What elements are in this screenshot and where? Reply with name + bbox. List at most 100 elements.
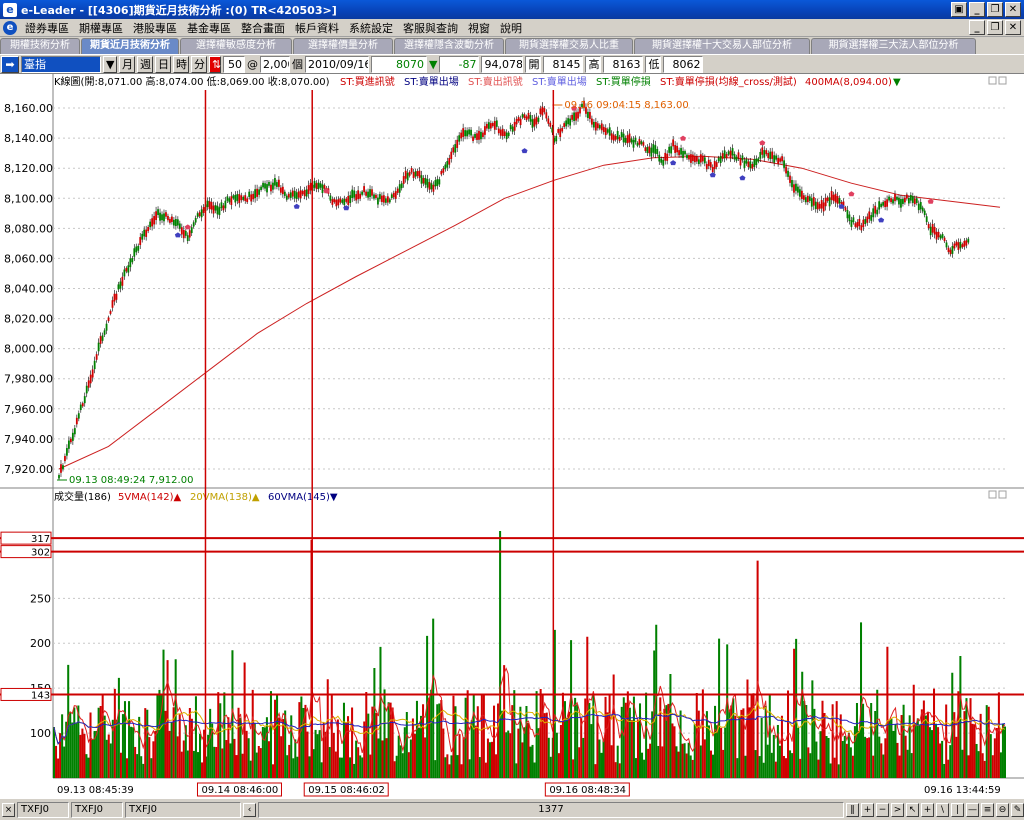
candle-body [355, 194, 358, 201]
tab-futures-technical[interactable]: 期貨近月技術分析 [81, 38, 179, 54]
tool-pause-icon[interactable]: ‖ [846, 802, 859, 817]
status-tab-2[interactable]: TXFJ0 [71, 801, 123, 818]
candle-body [721, 153, 724, 159]
menu-item-account[interactable]: 帳戶資料 [290, 20, 344, 36]
candle-body [907, 197, 910, 204]
period-day-button[interactable]: 日 [155, 55, 171, 73]
candle-body [256, 188, 259, 197]
symbol-select[interactable]: 臺指 [21, 55, 101, 73]
candle-body [598, 125, 601, 129]
candle-body [228, 198, 231, 203]
go-arrow-icon[interactable]: ➡ [1, 55, 19, 73]
period-spin-icon[interactable]: ⇅ [209, 55, 221, 73]
tab-trader-ratio[interactable]: 期貨選擇權交易人比重 [505, 38, 633, 54]
candle-body [900, 199, 902, 208]
pointer-tool-icon[interactable]: ↖ [906, 802, 919, 817]
candle-body [480, 131, 482, 140]
candle-body [692, 154, 694, 162]
exit-marker [293, 203, 300, 209]
candle-body [507, 132, 510, 137]
menu-item-securities[interactable]: 證券專區 [20, 20, 74, 36]
candle-body [961, 244, 964, 248]
price-tick-label: 8,160.00 [4, 102, 53, 115]
menu-item-integrated[interactable]: 整合畫面 [236, 20, 290, 36]
candle-body [105, 323, 108, 331]
menu-item-hk-stocks[interactable]: 港股專區 [128, 20, 182, 36]
child-close-button[interactable]: ✕ [1005, 20, 1021, 35]
candle-body [515, 118, 518, 125]
zoom-out-icon[interactable]: − [876, 802, 889, 817]
tab-implied-volatility[interactable]: 選擇權隱含波動分析 [394, 38, 504, 54]
candle-body [478, 130, 480, 140]
status-tab-3[interactable]: TXFJ0 [125, 801, 241, 818]
channel-tool-icon[interactable]: ≡ [981, 802, 994, 817]
candle-body [484, 126, 486, 135]
menu-item-help[interactable]: 說明 [495, 20, 527, 36]
child-minimize-button[interactable]: _ [969, 20, 985, 35]
close-button[interactable]: ✕ [1005, 2, 1021, 17]
menu-item-window[interactable]: 視窗 [463, 20, 495, 36]
candle-body [571, 114, 573, 120]
candle-body [489, 123, 492, 129]
restore-extra-icon[interactable]: ▣ [951, 2, 967, 17]
period-month-button[interactable]: 月 [119, 55, 135, 73]
maximize-button[interactable]: ❐ [987, 2, 1003, 17]
candle-body [186, 235, 189, 241]
candle-body [230, 196, 233, 205]
candle-body [353, 190, 356, 198]
tab-sensitivity[interactable]: 選擇權敏感度分析 [180, 38, 292, 54]
count-input[interactable]: 50 [223, 55, 245, 73]
technical-chart[interactable]: K線圖(開:8,071.00 高:8,074.00 低:8,069.00 收:8… [0, 74, 1024, 799]
candle-body [915, 198, 918, 203]
candle-body [682, 150, 684, 158]
tab-institutional[interactable]: 期貨選擇權三大法人部位分析 [811, 38, 976, 54]
tab-top-ten-traders[interactable]: 期貨選擇權十大交易人部位分析 [634, 38, 810, 54]
candle-body [860, 225, 863, 231]
chart-area[interactable]: K線圖(開:8,071.00 高:8,074.00 低:8,069.00 收:8… [0, 73, 1024, 798]
price-tick-label: 8,000.00 [4, 343, 53, 356]
menu-item-support[interactable]: 客服與查詢 [398, 20, 463, 36]
tab-options-technical[interactable]: 期權技術分析 [0, 38, 80, 54]
candle-body [466, 130, 468, 137]
candle-body [604, 127, 607, 136]
zoom-in-icon[interactable]: + [861, 802, 874, 817]
period-hour-button[interactable]: 時 [173, 55, 189, 73]
candle-body [933, 226, 936, 235]
candle-body [892, 199, 894, 204]
candle-body [182, 229, 185, 239]
candle-body [382, 195, 385, 203]
candle-body [557, 129, 560, 133]
child-restore-button[interactable]: ❐ [987, 20, 1003, 35]
erase-tool-icon[interactable]: ⊖ [996, 802, 1009, 817]
period-week-button[interactable]: 週 [137, 55, 153, 73]
candle-body [791, 180, 793, 188]
scroll-left-icon[interactable]: ‹ [243, 802, 256, 817]
candle-body [323, 185, 326, 189]
candle-body [759, 151, 762, 159]
candle-body [495, 120, 498, 127]
count2-input[interactable]: 2,000 [260, 55, 290, 73]
menu-item-funds[interactable]: 基金專區 [182, 20, 236, 36]
vline-tool-icon[interactable]: | [951, 802, 964, 817]
scroll-track[interactable]: 1377 [258, 801, 844, 818]
menu-item-settings[interactable]: 系統設定 [344, 20, 398, 36]
tab-price-volume[interactable]: 選擇權價量分析 [293, 38, 393, 54]
candle-body [686, 154, 688, 159]
candle-body [343, 198, 346, 206]
minimize-button[interactable]: _ [969, 2, 985, 17]
open-label: 開 [525, 55, 542, 73]
exit-marker [521, 148, 528, 154]
candle-body [846, 209, 849, 219]
trendline-tool-icon[interactable]: \ [936, 802, 949, 817]
candle-body [470, 129, 472, 136]
status-close-icon[interactable]: × [2, 802, 15, 817]
symbol-dropdown-chevron-icon[interactable]: ▼ [103, 55, 117, 73]
scroll-right-icon[interactable]: > [891, 802, 904, 817]
edit-tool-icon[interactable]: ✎ [1011, 802, 1024, 817]
menu-item-futures-options[interactable]: 期權專區 [74, 20, 128, 36]
date-select[interactable]: 2010/09/16 [305, 55, 369, 73]
status-tab-1[interactable]: TXFJ0 [17, 801, 69, 818]
crosshair-tool-icon[interactable]: + [921, 802, 934, 817]
hline-tool-icon[interactable]: — [966, 802, 979, 817]
period-minute-button[interactable]: 分 [191, 55, 207, 73]
